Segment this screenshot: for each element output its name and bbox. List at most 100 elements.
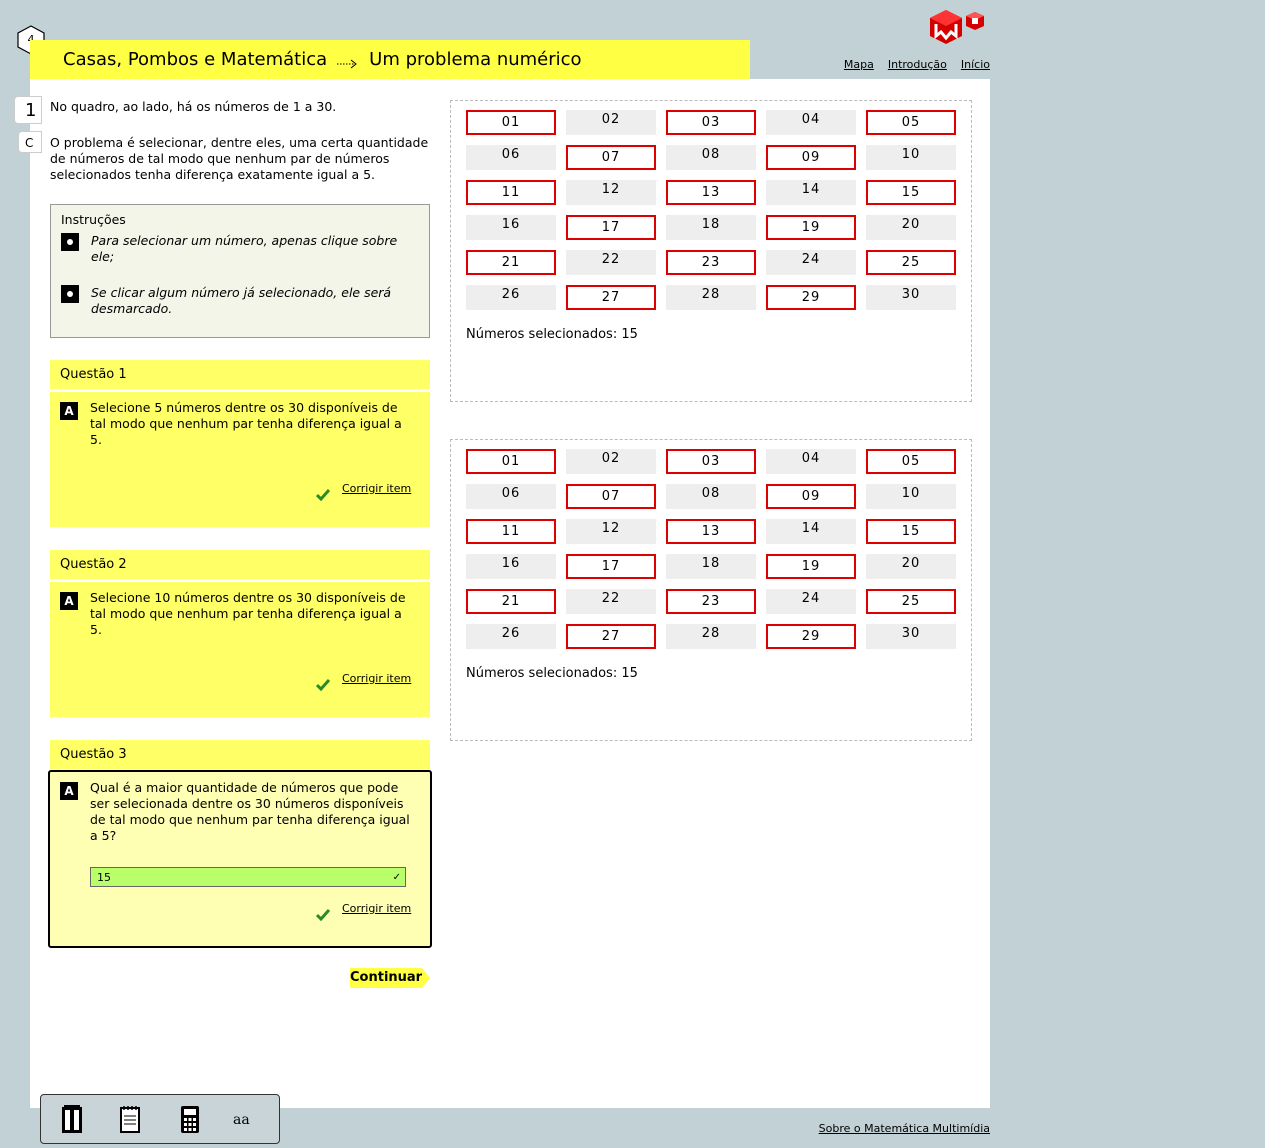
number-cell-29[interactable]: 29 xyxy=(766,285,856,310)
number-cell-05[interactable]: 05 xyxy=(866,110,956,135)
number-cell-17[interactable]: 17 xyxy=(566,554,656,579)
font-size-icon[interactable]: aa xyxy=(233,1103,269,1135)
question-3-text: Qual é a maior quantidade de números que… xyxy=(90,780,410,843)
book-icon[interactable] xyxy=(57,1103,87,1135)
number-cell-20[interactable]: 20 xyxy=(866,554,956,579)
side-tab-1[interactable]: 1 xyxy=(14,96,42,124)
side-tab-c[interactable]: C xyxy=(18,131,42,153)
question-1-header: Questão 1 xyxy=(50,360,430,389)
number-cell-19[interactable]: 19 xyxy=(766,215,856,240)
number-cell-16[interactable]: 16 xyxy=(466,554,556,579)
number-cell-28[interactable]: 28 xyxy=(666,285,756,310)
number-cell-01[interactable]: 01 xyxy=(466,110,556,135)
notepad-icon[interactable] xyxy=(115,1103,145,1135)
question-2-text: Selecione 10 números dentre os 30 dispon… xyxy=(90,590,406,637)
number-cell-06[interactable]: 06 xyxy=(466,484,556,509)
number-cell-20[interactable]: 20 xyxy=(866,215,956,240)
number-cell-26[interactable]: 26 xyxy=(466,285,556,310)
number-cell-11[interactable]: 11 xyxy=(466,180,556,205)
question-2-header: Questão 2 xyxy=(50,550,430,579)
bullet-icon xyxy=(61,285,79,303)
question-3-body: A Qual é a maior quantidade de números q… xyxy=(48,770,432,948)
number-cell-24[interactable]: 24 xyxy=(766,589,856,614)
number-cell-21[interactable]: 21 xyxy=(466,589,556,614)
number-cell-02[interactable]: 02 xyxy=(566,110,656,135)
number-cell-07[interactable]: 07 xyxy=(566,484,656,509)
number-cell-15[interactable]: 15 xyxy=(866,519,956,544)
selected-count: Números selecionados: 15 xyxy=(466,666,638,681)
number-cell-21[interactable]: 21 xyxy=(466,250,556,275)
bottom-toolbar: aa xyxy=(40,1094,280,1144)
number-cell-09[interactable]: 09 xyxy=(766,145,856,170)
number-cell-12[interactable]: 12 xyxy=(566,180,656,205)
number-cell-09[interactable]: 09 xyxy=(766,484,856,509)
number-cell-08[interactable]: 08 xyxy=(666,145,756,170)
number-cell-22[interactable]: 22 xyxy=(566,589,656,614)
nav-introducao-link[interactable]: Introdução xyxy=(888,58,947,71)
number-cell-14[interactable]: 14 xyxy=(766,180,856,205)
corrigir-item-link[interactable]: Corrigir item xyxy=(342,482,411,495)
selected-count-label: Números selecionados xyxy=(466,666,613,681)
number-cell-29[interactable]: 29 xyxy=(766,624,856,649)
number-cell-27[interactable]: 27 xyxy=(566,624,656,649)
page-title: Um problema numérico xyxy=(369,49,582,70)
sobre-link[interactable]: Sobre o Matemática Multimídia xyxy=(819,1122,990,1135)
number-cell-30[interactable]: 30 xyxy=(866,285,956,310)
number-cell-13[interactable]: 13 xyxy=(666,519,756,544)
question-1-text: Selecione 5 números dentre os 30 disponí… xyxy=(90,400,402,447)
instruction-item: Para selecionar um número, apenas clique… xyxy=(61,233,419,265)
number-grid-panel-1: Números selecionados: 15 01 02 03 04 05 06 07 0… xyxy=(450,100,972,402)
corrigir-item-link[interactable]: Corrigir item xyxy=(342,672,411,685)
number-cell-10[interactable]: 10 xyxy=(866,145,956,170)
number-cell-18[interactable]: 18 xyxy=(666,554,756,579)
instructions-box: Instruções Para selecionar um número, ap… xyxy=(50,204,430,338)
number-cell-24[interactable]: 24 xyxy=(766,250,856,275)
number-cell-10[interactable]: 10 xyxy=(866,484,956,509)
number-cell-03[interactable]: 03 xyxy=(666,110,756,135)
number-cell-18[interactable]: 18 xyxy=(666,215,756,240)
continuar-button[interactable]: Continuar xyxy=(350,968,430,988)
number-cell-04[interactable]: 04 xyxy=(766,449,856,474)
number-cell-19[interactable]: 19 xyxy=(766,554,856,579)
number-cell-05[interactable]: 05 xyxy=(866,449,956,474)
number-cell-12[interactable]: 12 xyxy=(566,519,656,544)
item-letter-badge: A xyxy=(60,592,78,610)
number-cell-15[interactable]: 15 xyxy=(866,180,956,205)
number-cell-08[interactable]: 08 xyxy=(666,484,756,509)
calculator-icon[interactable] xyxy=(175,1103,205,1135)
checkmark-icon xyxy=(315,906,331,922)
number-cell-13[interactable]: 13 xyxy=(666,180,756,205)
number-cell-16[interactable]: 16 xyxy=(466,215,556,240)
font-size-label: aa xyxy=(233,1112,250,1128)
number-cell-01[interactable]: 01 xyxy=(466,449,556,474)
number-cell-23[interactable]: 23 xyxy=(666,250,756,275)
number-cell-06[interactable]: 06 xyxy=(466,145,556,170)
number-cell-25[interactable]: 25 xyxy=(866,250,956,275)
intro-paragraph-2: O problema é selecionar, dentre eles, um… xyxy=(50,135,429,182)
selected-count-value: : 15 xyxy=(612,327,638,342)
number-cell-26[interactable]: 26 xyxy=(466,624,556,649)
number-cell-25[interactable]: 25 xyxy=(866,589,956,614)
checkmark-icon xyxy=(315,486,331,502)
dotted-arrow-icon xyxy=(337,54,359,68)
nav-inicio-link[interactable]: Início xyxy=(961,58,990,71)
number-cell-02[interactable]: 02 xyxy=(566,449,656,474)
number-cell-23[interactable]: 23 xyxy=(666,589,756,614)
number-cell-04[interactable]: 04 xyxy=(766,110,856,135)
number-grid-panel-2: Números selecionados: 15 01 02 03 04 05 06 07 0… xyxy=(450,439,972,741)
matematica-multimidia-logo xyxy=(928,10,986,52)
number-cell-07[interactable]: 07 xyxy=(566,145,656,170)
number-cell-27[interactable]: 27 xyxy=(566,285,656,310)
answer-input[interactable]: 15 ✓ xyxy=(90,867,406,887)
number-cell-17[interactable]: 17 xyxy=(566,215,656,240)
number-cell-14[interactable]: 14 xyxy=(766,519,856,544)
question-3-header: Questão 3 xyxy=(50,740,430,769)
number-cell-30[interactable]: 30 xyxy=(866,624,956,649)
number-cell-03[interactable]: 03 xyxy=(666,449,756,474)
number-cell-28[interactable]: 28 xyxy=(666,624,756,649)
number-cell-22[interactable]: 22 xyxy=(566,250,656,275)
corrigir-item-link[interactable]: Corrigir item xyxy=(342,902,411,915)
nav-mapa-link[interactable]: Mapa xyxy=(844,58,874,71)
number-cell-11[interactable]: 11 xyxy=(466,519,556,544)
selected-count: Números selecionados: 15 xyxy=(466,327,638,342)
